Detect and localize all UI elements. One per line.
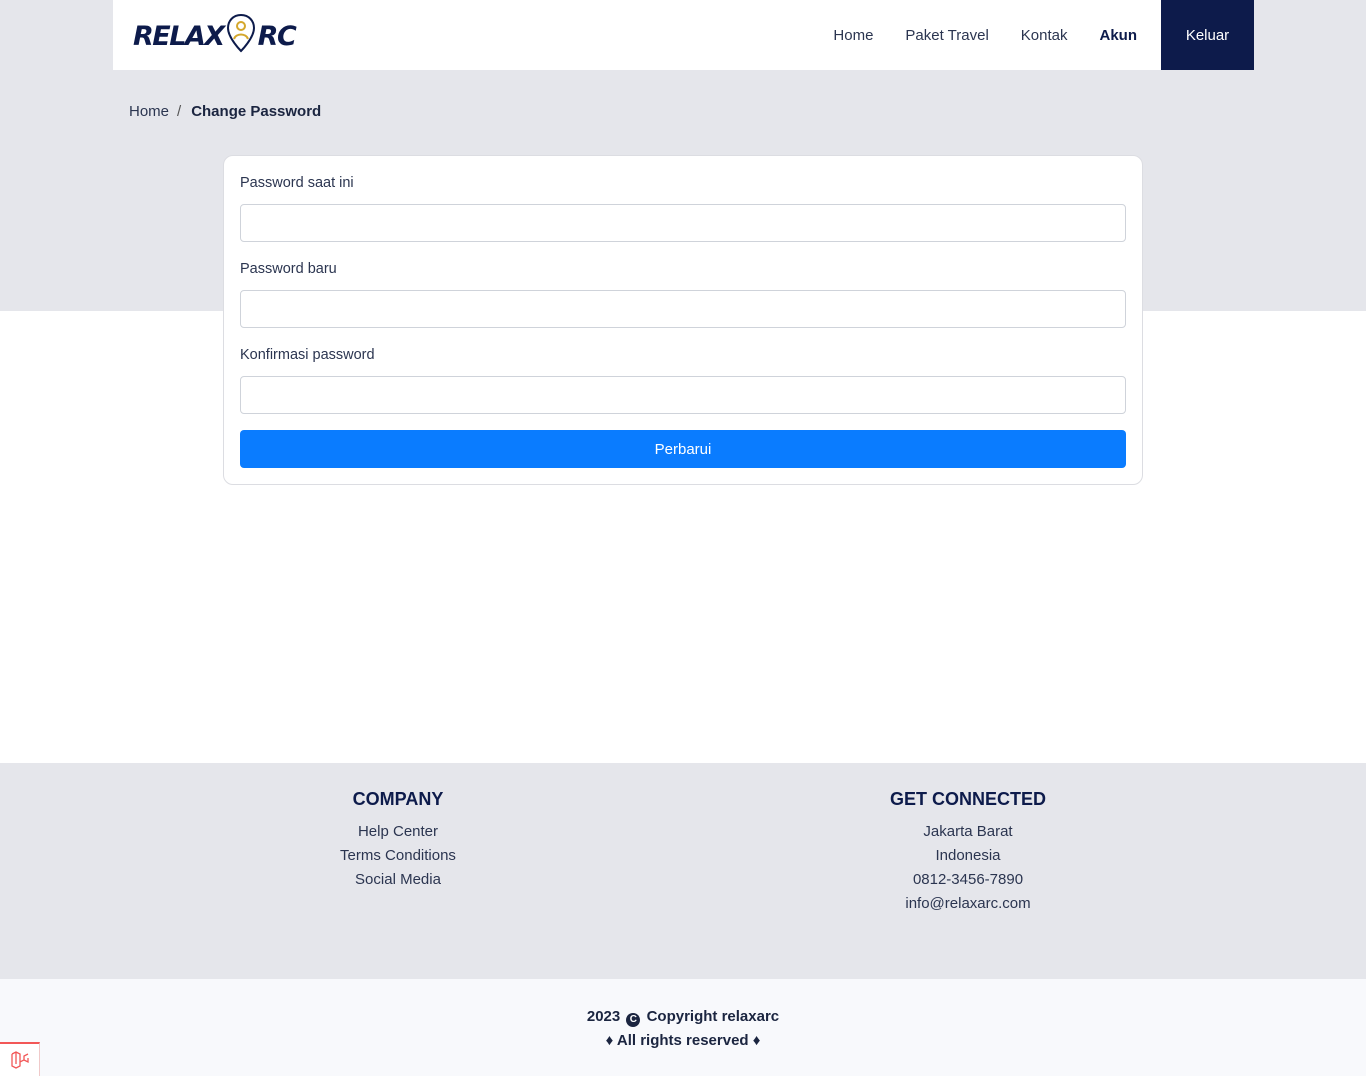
current-password-label: Password saat ini: [240, 175, 354, 191]
footer-link-terms[interactable]: Terms Conditions: [198, 844, 598, 868]
laravel-icon[interactable]: [0, 1042, 40, 1076]
logo-text-right: RC: [257, 20, 297, 52]
breadcrumb-current: Change Password: [191, 103, 322, 120]
breadcrumb-home[interactable]: Home: [129, 103, 169, 120]
confirm-password-input[interactable]: [240, 376, 1126, 414]
brand-logo[interactable]: RELAX RC: [133, 13, 297, 60]
new-password-input[interactable]: [240, 290, 1126, 328]
nav-kontak[interactable]: Kontak: [1005, 27, 1084, 44]
footer-connected-title: GET CONNECTED: [889, 789, 1046, 809]
rights-reserved: ♦ All rights reserved ♦: [605, 1032, 761, 1049]
copyright-text: Copyright relaxarc: [646, 1008, 780, 1025]
nav-akun[interactable]: Akun: [1084, 27, 1138, 44]
copyright-bar: 2023 C Copyright relaxarc ♦ All rights r…: [0, 979, 1366, 1076]
copyright-year: 2023: [586, 1008, 621, 1025]
current-password-input[interactable]: [240, 204, 1126, 242]
footer-company-title: COMPANY: [352, 789, 444, 809]
footer-company: COMPANY Help Center Terms Conditions Soc…: [198, 789, 598, 892]
footer-phone: 0812-3456-7890: [912, 871, 1024, 888]
confirm-password-label: Konfirmasi password: [240, 347, 375, 363]
breadcrumb: Home / Change Password: [129, 103, 321, 120]
nav-home[interactable]: Home: [817, 27, 889, 44]
logo-text-left: RELAX: [133, 20, 225, 52]
copyright-icon: C: [626, 1013, 641, 1027]
footer-link-social-media[interactable]: Social Media: [198, 868, 598, 892]
change-password-form: Password saat ini Password baru Konfirma…: [223, 155, 1143, 485]
breadcrumb-separator: /: [177, 103, 182, 120]
logout-button[interactable]: Keluar: [1161, 0, 1254, 70]
footer-connected: GET CONNECTED Jakarta Barat Indonesia 08…: [768, 789, 1168, 916]
footer-country: Indonesia: [935, 847, 1001, 864]
new-password-label: Password baru: [240, 261, 337, 277]
nav-paket-travel[interactable]: Paket Travel: [889, 27, 1004, 44]
submit-button[interactable]: Perbarui: [240, 430, 1126, 468]
copyright-line: 2023 C Copyright relaxarc: [0, 1005, 1366, 1029]
location-pin-icon: [226, 13, 256, 60]
main-nav: Home Paket Travel Kontak Akun: [817, 0, 1137, 70]
footer-link-help-center[interactable]: Help Center: [198, 820, 598, 844]
footer-email[interactable]: info@relaxarc.com: [768, 892, 1168, 916]
footer: COMPANY Help Center Terms Conditions Soc…: [0, 763, 1366, 979]
navbar: RELAX RC Home Paket Travel Kontak Akun K…: [113, 0, 1254, 70]
footer-city: Jakarta Barat: [923, 823, 1013, 840]
